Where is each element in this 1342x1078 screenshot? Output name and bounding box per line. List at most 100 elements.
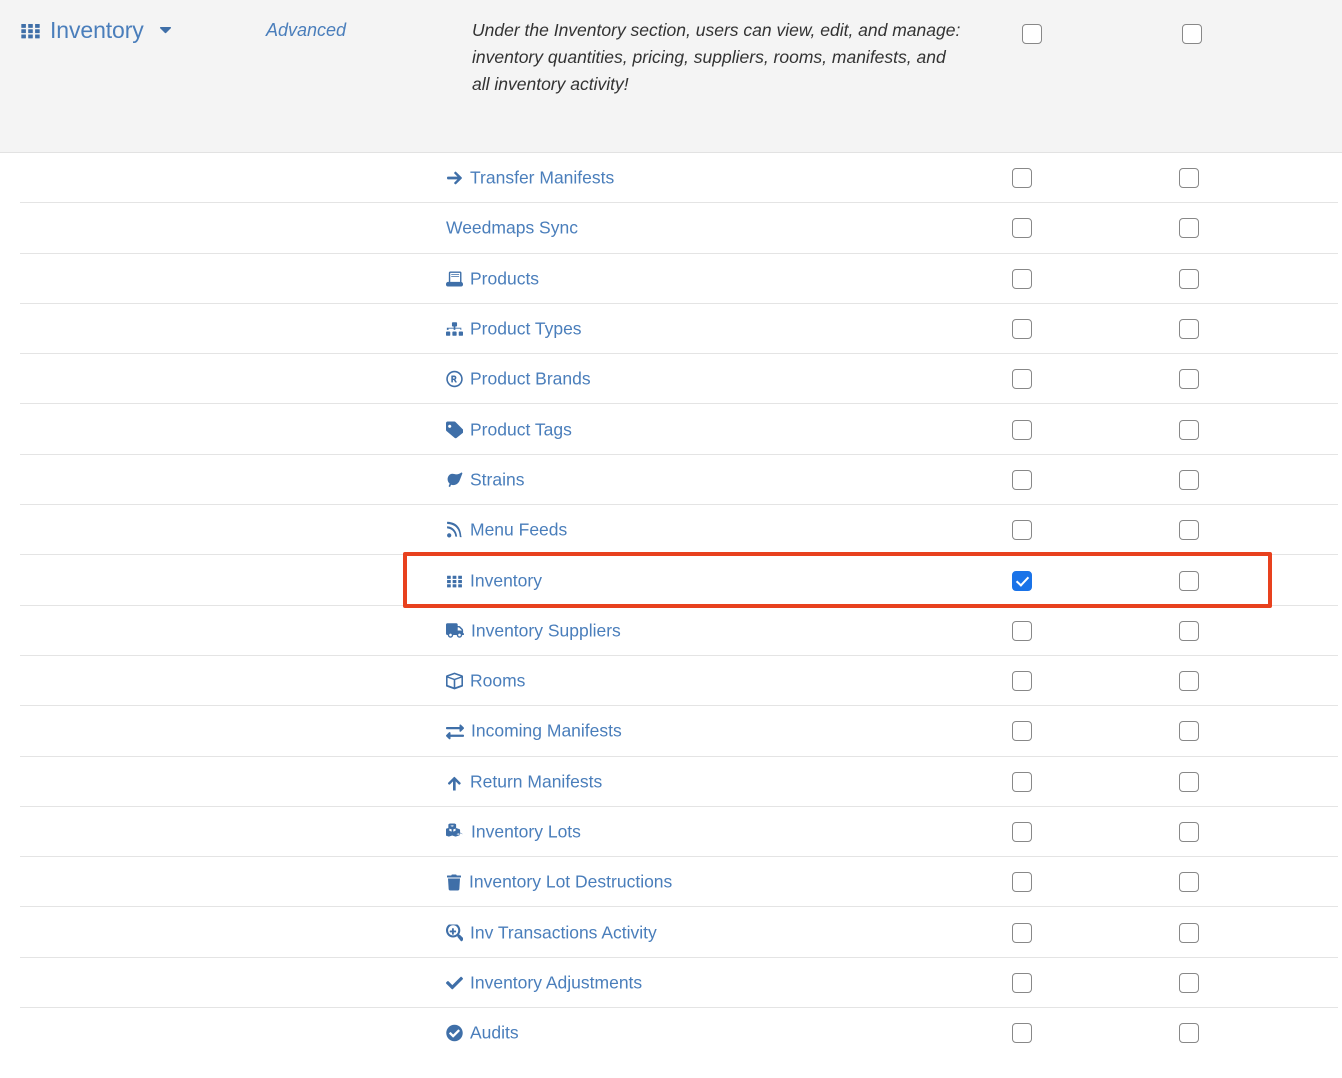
checkbox[interactable] xyxy=(1012,822,1032,842)
check-circle-icon xyxy=(446,1024,463,1042)
permission-row-link[interactable]: Product Types xyxy=(446,319,582,340)
row-checkbox-column-2[interactable] xyxy=(1179,922,1199,943)
row-checkbox-column-2[interactable] xyxy=(1179,268,1199,289)
row-checkbox-column-1[interactable] xyxy=(1012,168,1032,189)
permission-row-link[interactable]: Strains xyxy=(446,469,524,490)
row-checkbox-column-2[interactable] xyxy=(1179,1023,1199,1044)
checkbox[interactable] xyxy=(1012,319,1032,340)
checkbox[interactable] xyxy=(1179,671,1199,692)
checkbox[interactable] xyxy=(1012,369,1032,390)
checkbox[interactable] xyxy=(1179,922,1199,943)
row-checkbox-column-1[interactable] xyxy=(1012,872,1032,893)
row-checkbox-column-1[interactable] xyxy=(1012,671,1032,692)
permission-row-link[interactable]: Rooms xyxy=(446,671,525,692)
row-checkbox-column-2[interactable] xyxy=(1179,872,1199,893)
permission-row-link[interactable]: Audits xyxy=(446,1023,519,1044)
checkbox[interactable] xyxy=(1012,419,1032,440)
row-checkbox-column-2[interactable] xyxy=(1179,469,1199,490)
checkbox[interactable] xyxy=(1179,319,1199,340)
permission-row-link[interactable]: Inventory Lots xyxy=(446,822,581,843)
checkbox[interactable] xyxy=(1012,570,1032,591)
row-checkbox-column-2[interactable] xyxy=(1179,419,1199,440)
permission-row-link[interactable]: Inventory Suppliers xyxy=(446,620,621,641)
permission-row-link[interactable]: Inventory xyxy=(446,570,542,591)
checkbox[interactable] xyxy=(1012,1023,1032,1044)
checkbox[interactable] xyxy=(1179,721,1199,742)
checkbox[interactable] xyxy=(1179,570,1199,591)
row-checkbox-column-2[interactable] xyxy=(1179,319,1199,340)
row-checkbox-column-2[interactable] xyxy=(1179,218,1199,239)
checkbox[interactable] xyxy=(1012,469,1032,490)
advanced-link[interactable]: Advanced xyxy=(266,20,346,41)
checkbox[interactable] xyxy=(1179,469,1199,490)
checkbox[interactable] xyxy=(1179,419,1199,440)
header-checkbox-column-2[interactable] xyxy=(1182,24,1202,44)
checkbox[interactable] xyxy=(1179,872,1199,893)
checkbox[interactable] xyxy=(1012,520,1032,541)
row-checkbox-column-1[interactable] xyxy=(1012,1023,1032,1044)
checkbox[interactable] xyxy=(1179,218,1199,239)
section-title-inventory[interactable]: Inventory xyxy=(20,19,175,42)
checkbox[interactable] xyxy=(1179,369,1199,390)
row-checkbox-column-2[interactable] xyxy=(1179,721,1199,742)
permission-row-link[interactable]: Incoming Manifests xyxy=(446,721,622,742)
row-checkbox-column-1[interactable] xyxy=(1012,721,1032,742)
checkbox[interactable] xyxy=(1012,872,1032,893)
row-checkbox-column-1[interactable] xyxy=(1012,319,1032,340)
permission-row-link[interactable]: Inventory Adjustments xyxy=(446,972,642,993)
checkbox[interactable] xyxy=(1179,268,1199,289)
row-checkbox-column-1[interactable] xyxy=(1012,620,1032,641)
row-checkbox-column-1[interactable] xyxy=(1012,922,1032,943)
row-checkbox-column-1[interactable] xyxy=(1012,570,1032,591)
row-checkbox-column-2[interactable] xyxy=(1179,369,1199,390)
row-checkbox-column-1[interactable] xyxy=(1012,520,1032,541)
checkbox[interactable] xyxy=(1179,972,1199,993)
permission-row: Return Manifests xyxy=(0,757,1342,808)
row-checkbox-column-2[interactable] xyxy=(1179,671,1199,692)
row-checkbox-column-1[interactable] xyxy=(1012,822,1032,842)
permission-row-link[interactable]: Product Tags xyxy=(446,419,572,440)
permission-row-link[interactable]: Product Brands xyxy=(446,369,591,390)
permission-row-link[interactable]: Weedmaps Sync xyxy=(446,218,578,239)
chevron-down-icon[interactable] xyxy=(156,21,175,40)
checkbox[interactable] xyxy=(1179,620,1199,641)
row-checkbox-column-2[interactable] xyxy=(1179,822,1199,842)
checkbox[interactable] xyxy=(1179,771,1199,792)
row-checkbox-column-2[interactable] xyxy=(1179,570,1199,591)
checkbox[interactable] xyxy=(1022,24,1042,44)
checkbox[interactable] xyxy=(1012,771,1032,792)
permission-row-link[interactable]: Inv Transactions Activity xyxy=(446,922,657,943)
permission-row-link[interactable]: Return Manifests xyxy=(446,771,602,792)
row-checkbox-column-1[interactable] xyxy=(1012,972,1032,993)
permission-row-link[interactable]: Products xyxy=(446,268,539,289)
checkbox[interactable] xyxy=(1012,922,1032,943)
row-checkbox-column-1[interactable] xyxy=(1012,469,1032,490)
row-checkbox-column-2[interactable] xyxy=(1179,620,1199,641)
checkbox[interactable] xyxy=(1012,620,1032,641)
row-checkbox-column-2[interactable] xyxy=(1179,168,1199,189)
row-checkbox-column-1[interactable] xyxy=(1012,218,1032,239)
checkbox[interactable] xyxy=(1179,520,1199,541)
checkbox[interactable] xyxy=(1012,268,1032,289)
checkbox[interactable] xyxy=(1179,822,1199,842)
row-checkbox-column-1[interactable] xyxy=(1012,369,1032,390)
checkbox[interactable] xyxy=(1012,168,1032,189)
checkbox[interactable] xyxy=(1179,168,1199,189)
permission-row: Product Types xyxy=(0,304,1342,355)
checkbox[interactable] xyxy=(1012,972,1032,993)
row-checkbox-column-2[interactable] xyxy=(1179,771,1199,792)
header-checkbox-column-1[interactable] xyxy=(1022,24,1042,44)
permission-row-link[interactable]: Transfer Manifests xyxy=(446,168,614,189)
row-checkbox-column-1[interactable] xyxy=(1012,771,1032,792)
row-checkbox-column-1[interactable] xyxy=(1012,268,1032,289)
row-checkbox-column-2[interactable] xyxy=(1179,520,1199,541)
row-checkbox-column-1[interactable] xyxy=(1012,419,1032,440)
checkbox[interactable] xyxy=(1012,218,1032,239)
checkbox[interactable] xyxy=(1012,671,1032,692)
checkbox[interactable] xyxy=(1179,1023,1199,1044)
permission-row-link[interactable]: Menu Feeds xyxy=(446,520,567,541)
permission-row-link[interactable]: Inventory Lot Destructions xyxy=(446,872,672,893)
row-checkbox-column-2[interactable] xyxy=(1179,972,1199,993)
checkbox[interactable] xyxy=(1182,24,1202,44)
checkbox[interactable] xyxy=(1012,721,1032,742)
